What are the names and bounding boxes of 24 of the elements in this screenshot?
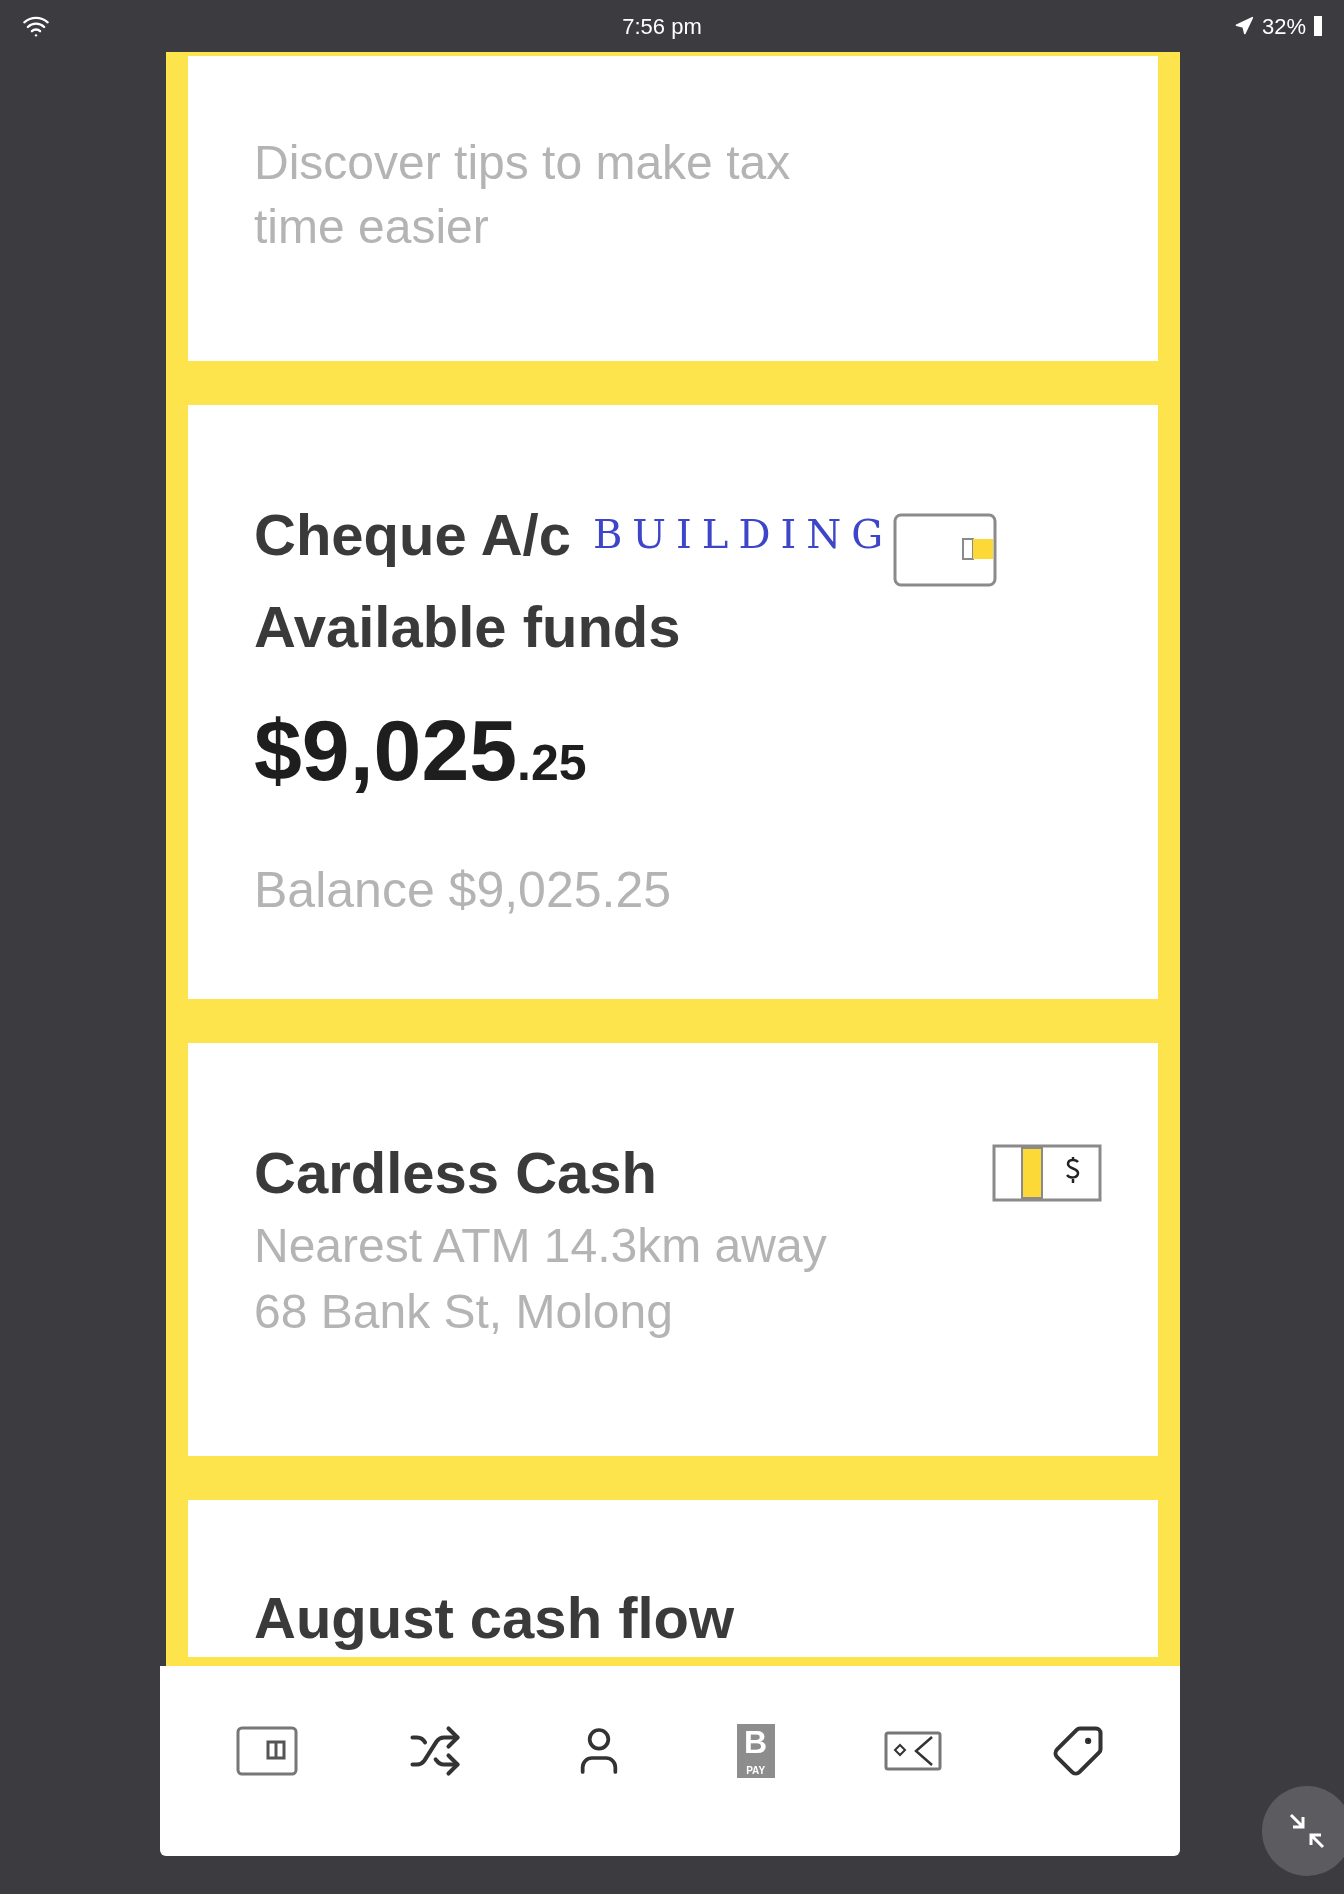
card-icon xyxy=(893,513,998,587)
tip-text: Discover tips to make tax time easier xyxy=(254,135,792,255)
handwritten-note: BUILDING xyxy=(592,510,894,559)
tag-tab[interactable] xyxy=(1051,1724,1106,1778)
transfer-tab[interactable] xyxy=(883,1731,942,1771)
account-card[interactable]: Cheque A/c BUILDING Available funds $9,025.25 Balance $9,025.25 xyxy=(188,405,1158,999)
cash-flow-card[interactable]: August cash flow xyxy=(188,1500,1158,1657)
status-time: 7:56 pm xyxy=(622,12,702,41)
cardless-cash-title: Cardless Cash xyxy=(254,1139,657,1207)
cardless-cash-card[interactable]: Cardless Cash Nearest ATM 14.3km away 68 Bank St, Molong xyxy=(188,1043,1158,1456)
available-amount: $9,025.25 xyxy=(254,707,588,793)
atm-info-text: Nearest ATM 14.3km away xyxy=(254,1218,828,1274)
minimize-icon xyxy=(1287,1811,1327,1851)
cash-flow-title: August cash flow xyxy=(254,1585,735,1650)
location-icon xyxy=(1233,16,1254,36)
available-funds-label: Available funds xyxy=(254,593,682,661)
cash-icon xyxy=(992,1144,1102,1202)
shuffle-tab[interactable] xyxy=(408,1724,462,1778)
balance-text: Balance $9,025.25 xyxy=(254,861,673,920)
battery-icon xyxy=(1314,16,1322,36)
card-tab[interactable] xyxy=(234,1725,299,1777)
atm-info-text: 68 Bank St, Molong xyxy=(254,1284,674,1340)
battery-level: 32% xyxy=(1261,12,1306,41)
account-title: Cheque A/c xyxy=(254,501,571,569)
